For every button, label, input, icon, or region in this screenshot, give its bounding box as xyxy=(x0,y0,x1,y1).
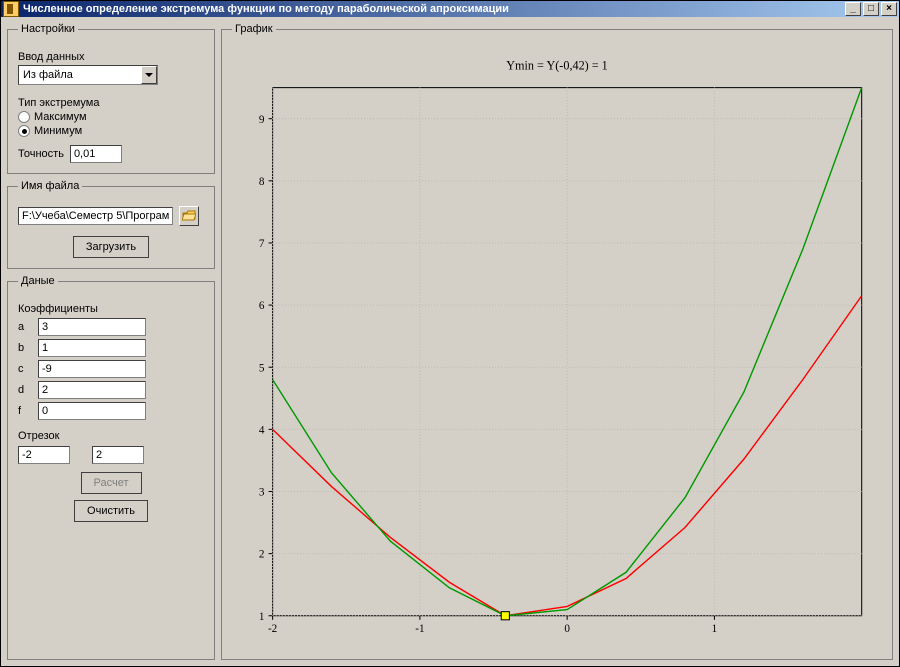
folder-open-icon xyxy=(182,210,196,222)
svg-text:0: 0 xyxy=(564,623,570,635)
svg-text:4: 4 xyxy=(259,424,265,436)
clear-button[interactable]: Очистить xyxy=(74,500,148,522)
coef-c-label: c xyxy=(18,363,28,375)
coef-d-input[interactable] xyxy=(38,381,146,399)
app-icon xyxy=(3,1,19,17)
svg-text:6: 6 xyxy=(259,300,265,312)
browse-file-button[interactable] xyxy=(179,206,199,226)
maximize-button[interactable]: □ xyxy=(863,2,879,16)
settings-legend: Настройки xyxy=(18,23,78,35)
close-icon: × xyxy=(886,4,892,14)
chart-canvas: Ymin = Y(-0,42) = 1 1 2 3 4 5 6 7 8 9 -2 -1 0 1 xyxy=(232,47,882,646)
svg-text:1: 1 xyxy=(712,623,718,635)
svg-text:5: 5 xyxy=(259,362,265,374)
data-group: Даные Коэффициенты a b c d f Отрезок Рас… xyxy=(7,275,215,660)
svg-text:2: 2 xyxy=(259,549,265,561)
coef-a-label: a xyxy=(18,321,28,333)
radio-min-label: Минимум xyxy=(34,125,82,137)
chevron-down-icon xyxy=(141,66,157,84)
chart-group: График Ymin = Y(-0,42) = 1 1 2 3 4 5 6 7 8 9 -2 -1 0… xyxy=(221,23,893,660)
svg-text:7: 7 xyxy=(259,238,265,250)
extremum-type-label: Тип экстремума xyxy=(18,97,204,109)
svg-text:1: 1 xyxy=(259,611,265,623)
radio-max-label: Максимум xyxy=(34,111,87,123)
coef-a-input[interactable] xyxy=(38,318,146,336)
calculate-button[interactable]: Расчет xyxy=(81,472,142,494)
radio-min[interactable] xyxy=(18,125,30,137)
data-legend: Даные xyxy=(18,275,58,287)
precision-input[interactable] xyxy=(70,145,122,163)
maximize-icon: □ xyxy=(868,4,874,14)
range-label: Отрезок xyxy=(18,430,204,442)
coef-f-input[interactable] xyxy=(38,402,146,420)
svg-text:-1: -1 xyxy=(415,623,424,635)
svg-text:Ymin = Y(-0,42) = 1: Ymin = Y(-0,42) = 1 xyxy=(506,58,608,72)
chart-legend: График xyxy=(232,23,276,35)
minimize-button[interactable]: _ xyxy=(845,2,861,16)
file-group: Имя файла Загрузить xyxy=(7,180,215,269)
radio-max[interactable] xyxy=(18,111,30,123)
title-bar: Численное определение экстремума функции… xyxy=(1,1,899,17)
coefficients-label: Коэффициенты xyxy=(18,303,204,315)
coef-b-label: b xyxy=(18,342,28,354)
input-mode-label: Ввод данных xyxy=(18,51,204,63)
radio-min-row[interactable]: Минимум xyxy=(18,125,204,137)
coef-f-label: f xyxy=(18,405,28,417)
svg-text:3: 3 xyxy=(259,487,265,499)
minimize-icon: _ xyxy=(850,4,856,14)
file-path-input[interactable] xyxy=(18,207,173,225)
input-mode-combo[interactable]: Из файла xyxy=(18,65,158,85)
precision-label: Точность xyxy=(18,148,64,160)
close-button[interactable]: × xyxy=(881,2,897,16)
chart-area: Ymin = Y(-0,42) = 1 1 2 3 4 5 6 7 8 9 -2 -1 0 1 xyxy=(232,47,882,649)
svg-text:9: 9 xyxy=(259,114,265,126)
load-button[interactable]: Загрузить xyxy=(73,236,149,258)
range-from-input[interactable] xyxy=(18,446,70,464)
range-to-input[interactable] xyxy=(92,446,144,464)
svg-text:8: 8 xyxy=(259,176,265,188)
coef-b-input[interactable] xyxy=(38,339,146,357)
input-mode-value: Из файла xyxy=(23,69,73,81)
file-legend: Имя файла xyxy=(18,180,82,192)
radio-max-row[interactable]: Максимум xyxy=(18,111,204,123)
svg-text:-2: -2 xyxy=(268,623,277,635)
settings-group: Настройки Ввод данных Из файла Тип экстр… xyxy=(7,23,215,174)
coef-c-input[interactable] xyxy=(38,360,146,378)
window-title: Численное определение экстремума функции… xyxy=(23,3,845,15)
coef-d-label: d xyxy=(18,384,28,396)
